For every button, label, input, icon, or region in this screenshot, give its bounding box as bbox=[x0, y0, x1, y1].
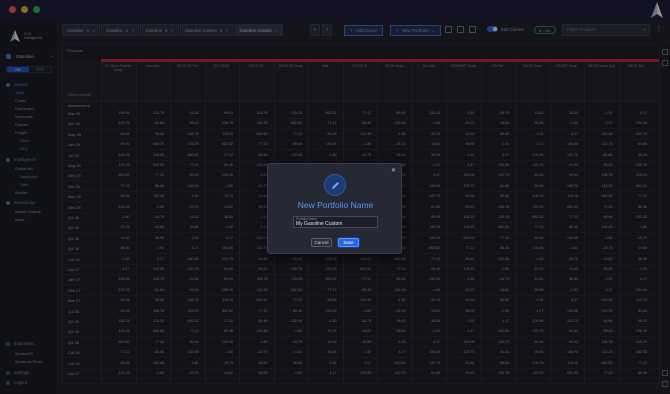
portfolio-name-field[interactable]: Portfolio Name My Gasoline Custom bbox=[293, 216, 378, 228]
pencil-icon bbox=[324, 174, 346, 196]
portfolio-name-input[interactable]: My Gasoline Custom bbox=[296, 221, 377, 227]
new-portfolio-dialog: ✕ New Portfolio Name Portfolio Name My G… bbox=[267, 163, 402, 254]
close-icon[interactable]: ✕ bbox=[391, 167, 396, 174]
dialog-title: New Portfolio Name bbox=[297, 200, 374, 210]
save-button[interactable]: Save bbox=[338, 238, 359, 247]
pencil-glyph-icon bbox=[331, 181, 339, 189]
cancel-button[interactable]: Cancel bbox=[311, 238, 332, 247]
